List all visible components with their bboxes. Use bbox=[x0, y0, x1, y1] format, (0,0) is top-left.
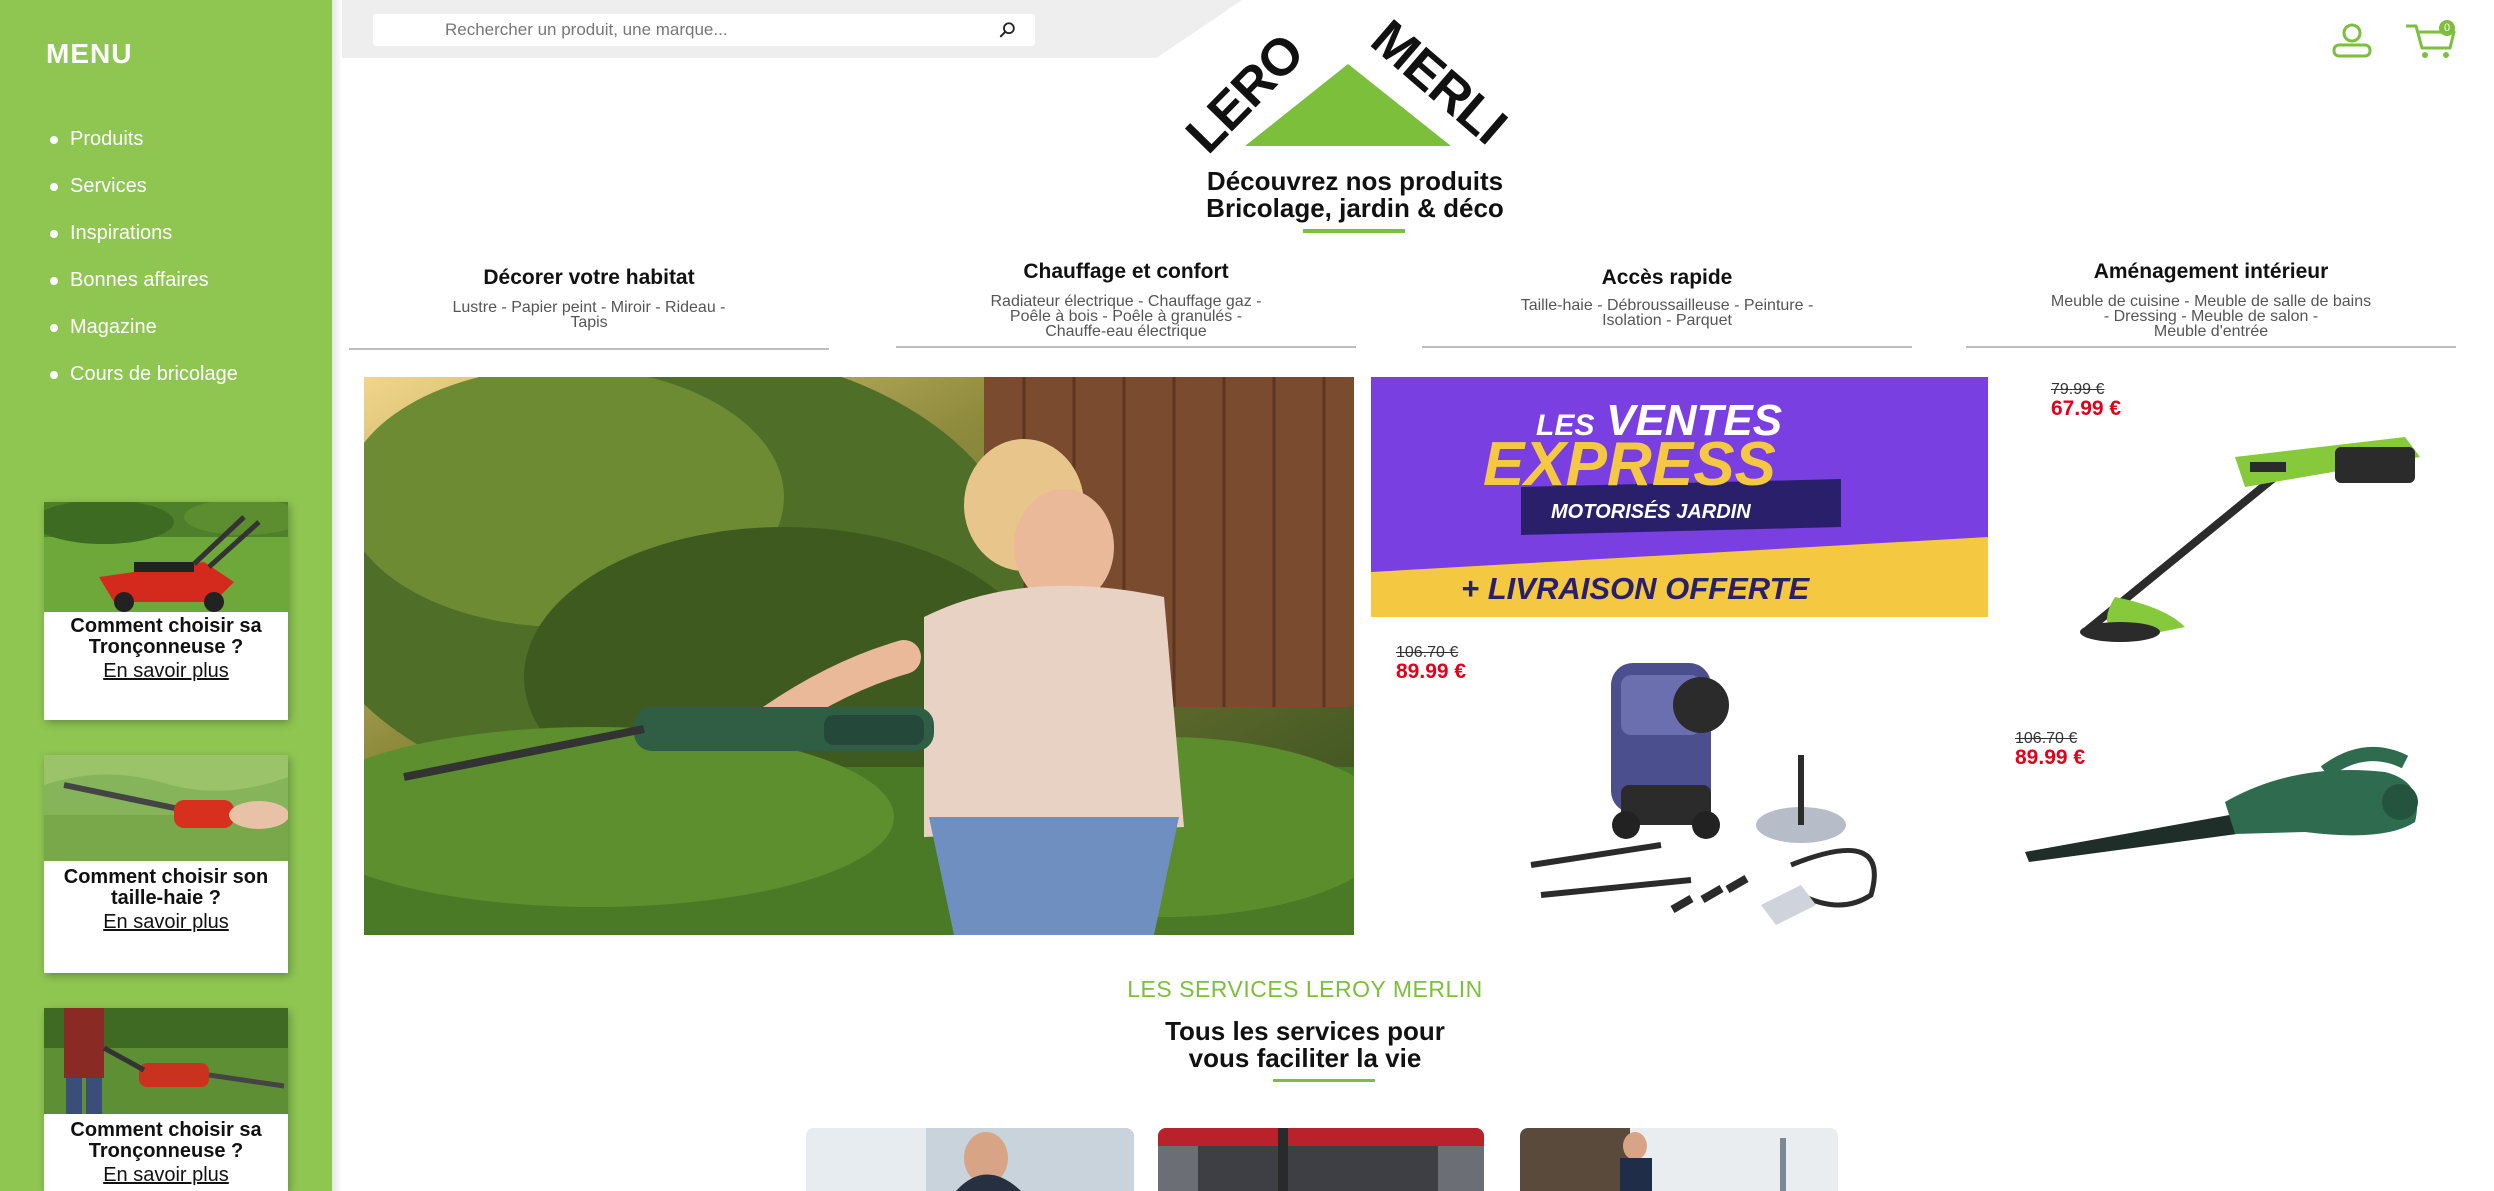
bullet-icon bbox=[50, 135, 58, 144]
category-link-line[interactable]: Chauffe-eau électrique bbox=[896, 324, 1356, 340]
bullet-icon bbox=[50, 276, 58, 285]
guide-card[interactable]: Comment choisir sa Tronçonneuse ? En sav… bbox=[44, 502, 288, 720]
menu-item-label: Cours de bricolage bbox=[70, 363, 238, 385]
category-links: Taille-haie - Débroussailleuse - Peintur… bbox=[1422, 298, 1912, 329]
menu-title: MENU bbox=[46, 38, 133, 69]
category-link-line[interactable]: Lustre - Papier peint - Miroir - Rideau … bbox=[349, 300, 829, 316]
person-trimmer-photo bbox=[44, 1008, 288, 1114]
category-divider bbox=[1966, 346, 2456, 348]
guide-card-link[interactable]: En savoir plus bbox=[103, 911, 229, 934]
services-heading-line1: Tous les services pour bbox=[1165, 1016, 1445, 1046]
category-links: Meuble de cuisine - Meuble de salle de b… bbox=[1966, 294, 2456, 340]
banner-tag: MOTORISÉS JARDIN bbox=[1551, 500, 1751, 523]
product-card-pressure-washer[interactable]: 106.70 € 89.99 € bbox=[1371, 635, 2006, 935]
bullet-icon bbox=[50, 229, 58, 238]
category-acces-rapide[interactable]: Accès rapide Taille-haie - Débroussaille… bbox=[1422, 266, 1912, 329]
guide-card[interactable]: Comment choisir sa Tronçonneuse ? En sav… bbox=[44, 1008, 288, 1191]
category-links: Lustre - Papier peint - Miroir - Rideau … bbox=[349, 300, 829, 331]
category-link-line[interactable]: Tapis bbox=[349, 315, 829, 331]
category-link-line[interactable]: Isolation - Parquet bbox=[1422, 313, 1912, 329]
services-heading: Tous les services pour vous faciliter la… bbox=[1050, 1018, 1560, 1072]
menu-item-services[interactable]: Services bbox=[50, 163, 238, 210]
guide-card-link[interactable]: En savoir plus bbox=[103, 660, 229, 683]
category-links: Radiateur électrique - Chauffage gaz - P… bbox=[896, 294, 1356, 340]
guide-card-title: Comment choisir sa Tronçonneuse ? bbox=[70, 1119, 262, 1162]
category-title: Accès rapide bbox=[1601, 266, 1733, 289]
category-chauffage[interactable]: Chauffage et confort Radiateur électriqu… bbox=[896, 260, 1356, 340]
sidebar: MENU Produits Services Inspirations Bonn… bbox=[0, 0, 332, 1191]
brand-logo[interactable]: LEROY MERLIN bbox=[1168, 14, 1528, 164]
category-link-line[interactable]: Meuble d'entrée bbox=[1966, 324, 2456, 340]
category-link-line[interactable]: Radiateur électrique - Chauffage gaz - bbox=[896, 294, 1356, 310]
menu-item-inspirations[interactable]: Inspirations bbox=[50, 210, 238, 257]
new-price: 67.99 € bbox=[2051, 397, 2122, 420]
category-divider bbox=[349, 348, 829, 350]
category-title: Chauffage et confort bbox=[1023, 260, 1229, 283]
category-amenagement[interactable]: Aménagement intérieur Meuble de cuisine … bbox=[1966, 260, 2456, 340]
product-card-string-trimmer[interactable]: 79.99 € 67.99 € bbox=[2005, 377, 2465, 657]
services-kicker: LES SERVICES LEROY MERLIN bbox=[1127, 976, 1483, 1002]
menu-item-label: Inspirations bbox=[70, 222, 173, 244]
category-link-line[interactable]: Poêle à bois - Poêle à granulés - bbox=[896, 309, 1356, 325]
category-link-line[interactable]: - Dressing - Meuble de salon - bbox=[1966, 309, 2456, 325]
menu-list: Produits Services Inspirations Bonnes af… bbox=[50, 116, 238, 398]
services-heading-line2: vous faciliter la vie bbox=[1188, 1043, 1422, 1073]
menu-item-label: Magazine bbox=[70, 316, 157, 338]
search-bar bbox=[373, 14, 1035, 46]
lawn-mower-photo bbox=[44, 502, 288, 612]
guide-card[interactable]: Comment choisir son taille-haie ? En sav… bbox=[44, 755, 288, 973]
heading-underline bbox=[1303, 229, 1405, 233]
category-decorer[interactable]: Décorer votre habitat Lustre - Papier pe… bbox=[349, 266, 829, 331]
sidebar-shadow bbox=[332, 0, 342, 1191]
service-thumbnail-installation[interactable] bbox=[806, 1128, 1134, 1191]
page-heading: Découvrez nos produits Bricolage, jardin… bbox=[1090, 168, 1620, 222]
service-thumbnail-livraison[interactable] bbox=[1520, 1128, 1838, 1191]
service-thumbnail-location[interactable] bbox=[1158, 1128, 1484, 1191]
ventes-express-banner[interactable]: LES VENTES EXPRESS MOTORISÉS JARDIN + LI… bbox=[1371, 377, 1988, 617]
category-title: Décorer votre habitat bbox=[483, 266, 695, 289]
guide-card-title: Comment choisir sa Tronçonneuse ? bbox=[70, 615, 262, 658]
menu-item-cours-de-bricolage[interactable]: Cours de bricolage bbox=[50, 351, 238, 398]
category-title: Aménagement intérieur bbox=[2093, 260, 2329, 283]
hedge-trimmer-photo bbox=[44, 755, 288, 861]
menu-item-produits[interactable]: Produits bbox=[50, 116, 238, 163]
guide-card-link[interactable]: En savoir plus bbox=[103, 1164, 229, 1187]
category-link-line[interactable]: Taille-haie - Débroussailleuse - Peintur… bbox=[1422, 298, 1912, 314]
category-link-line[interactable]: Meuble de cuisine - Meuble de salle de b… bbox=[1966, 294, 2456, 310]
search-input[interactable] bbox=[373, 15, 983, 45]
bullet-icon bbox=[50, 370, 58, 379]
menu-item-label: Bonnes affaires bbox=[70, 269, 209, 291]
page-heading-line2: Bricolage, jardin & déco bbox=[1206, 193, 1504, 223]
user-account-icon[interactable] bbox=[2330, 22, 2374, 58]
menu-item-label: Produits bbox=[70, 128, 144, 150]
menu-item-label: Services bbox=[70, 175, 147, 197]
pressure-washer-image bbox=[1530, 663, 1877, 925]
hero-garden-photo[interactable] bbox=[364, 377, 1354, 935]
menu-item-magazine[interactable]: Magazine bbox=[50, 304, 238, 351]
bullet-icon bbox=[50, 323, 58, 332]
search-icon[interactable] bbox=[999, 21, 1017, 39]
new-price: 89.99 € bbox=[1396, 660, 1467, 683]
banner-footer: + LIVRAISON OFFERTE bbox=[1461, 571, 1811, 606]
product-card-leaf-blower[interactable]: 106.70 € 89.99 € bbox=[2005, 722, 2465, 882]
page-heading-line1: Découvrez nos produits bbox=[1206, 166, 1504, 196]
new-price: 89.99 € bbox=[2015, 746, 2086, 769]
bullet-icon bbox=[50, 182, 58, 191]
guide-card-title: Comment choisir son taille-haie ? bbox=[63, 866, 269, 909]
menu-item-bonnes-affaires[interactable]: Bonnes affaires bbox=[50, 257, 238, 304]
banner-text-express: EXPRESS bbox=[1483, 430, 1776, 499]
cart-count-badge: 0 bbox=[2439, 20, 2455, 36]
services-underline bbox=[1273, 1079, 1375, 1082]
category-divider bbox=[1422, 346, 1912, 348]
category-divider bbox=[896, 346, 1356, 348]
